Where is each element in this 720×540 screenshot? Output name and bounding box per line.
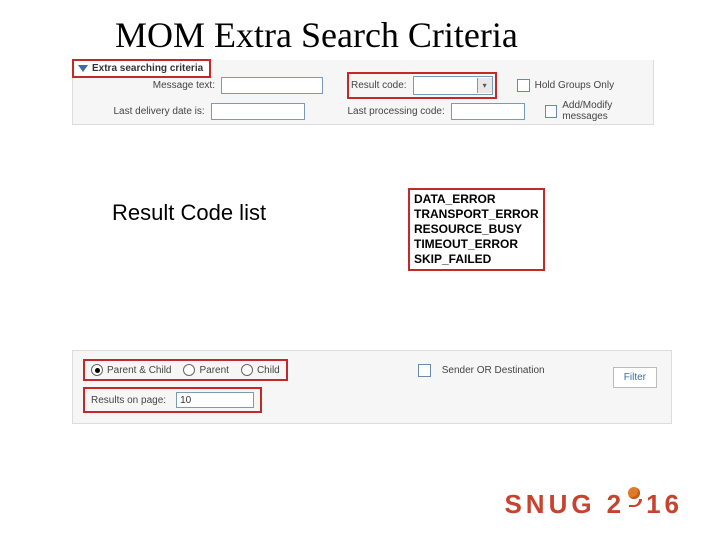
snug-2016-logo: S N U G 2 1 6	[504, 489, 680, 520]
logo-digit: 2	[607, 489, 622, 520]
radio-parent-child[interactable]: Parent & Child	[91, 364, 171, 376]
last-delivery-input[interactable]	[211, 103, 306, 120]
radio-label: Parent & Child	[107, 365, 171, 376]
radio-icon	[183, 364, 195, 376]
list-item: DATA_ERROR	[414, 192, 539, 207]
list-item: SKIP_FAILED	[414, 252, 539, 267]
scope-radio-highlight: Parent & Child Parent Child	[83, 359, 288, 381]
results-on-page-highlight: Results on page: 10	[83, 387, 262, 413]
results-on-page-label: Results on page:	[91, 395, 166, 406]
filter-button[interactable]: Filter	[613, 367, 657, 388]
radio-label: Parent	[199, 365, 228, 376]
checkbox-icon	[418, 364, 431, 377]
message-text-label: Message text:	[73, 80, 215, 91]
radio-icon	[241, 364, 253, 376]
list-item: TIMEOUT_ERROR	[414, 237, 539, 252]
last-delivery-label: Last delivery date is:	[73, 106, 205, 117]
logo-digit: 1	[646, 489, 661, 520]
result-code-highlight: Result code: ▾	[347, 72, 497, 99]
globe-icon	[625, 491, 643, 513]
radio-child[interactable]: Child	[241, 364, 280, 376]
checkbox-icon	[517, 79, 530, 92]
logo-letter: N	[526, 489, 546, 520]
sender-or-destination-checkbox[interactable]: Sender OR Destination	[418, 364, 545, 377]
result-code-label: Result code:	[351, 80, 407, 91]
row-dates: Last delivery date is: Last processing c…	[73, 98, 653, 124]
scope-radio-row: Parent & Child Parent Child Sender OR De…	[83, 359, 661, 381]
add-modify-checkbox[interactable]: Add/Modify messages	[545, 100, 653, 122]
sender-or-destination-label: Sender OR Destination	[442, 365, 545, 376]
result-code-list: DATA_ERROR TRANSPORT_ERROR RESOURCE_BUSY…	[408, 188, 545, 271]
logo-letter: U	[549, 489, 569, 520]
add-modify-label: Add/Modify messages	[562, 100, 653, 122]
extra-search-panel: Extra searching criteria Message text: R…	[72, 60, 654, 125]
logo-letter: G	[571, 489, 592, 520]
logo-letter: S	[504, 489, 522, 520]
radio-label: Child	[257, 365, 280, 376]
hold-groups-checkbox[interactable]: Hold Groups Only	[517, 79, 614, 92]
last-processing-label: Last processing code:	[309, 106, 444, 117]
last-processing-input[interactable]	[451, 103, 525, 120]
extra-search-header[interactable]: Extra searching criteria	[72, 59, 211, 78]
checkbox-icon	[545, 105, 557, 118]
extra-search-header-label: Extra searching criteria	[92, 63, 203, 74]
result-code-list-label: Result Code list	[112, 200, 266, 226]
radio-icon	[91, 364, 103, 376]
chevron-down-icon: ▾	[477, 78, 492, 93]
list-item: RESOURCE_BUSY	[414, 222, 539, 237]
bottom-controls-panel: Parent & Child Parent Child Sender OR De…	[72, 350, 672, 424]
hold-groups-label: Hold Groups Only	[535, 80, 614, 91]
chevron-down-icon	[78, 65, 88, 72]
results-on-page-input[interactable]: 10	[176, 392, 254, 408]
result-code-select[interactable]: ▾	[413, 76, 493, 95]
results-on-page-row: Results on page: 10	[83, 387, 661, 413]
radio-parent[interactable]: Parent	[183, 364, 228, 376]
message-text-input[interactable]	[221, 77, 323, 94]
slide-title: MOM Extra Search Criteria	[115, 14, 518, 56]
list-item: TRANSPORT_ERROR	[414, 207, 539, 222]
logo-digit: 6	[665, 489, 680, 520]
